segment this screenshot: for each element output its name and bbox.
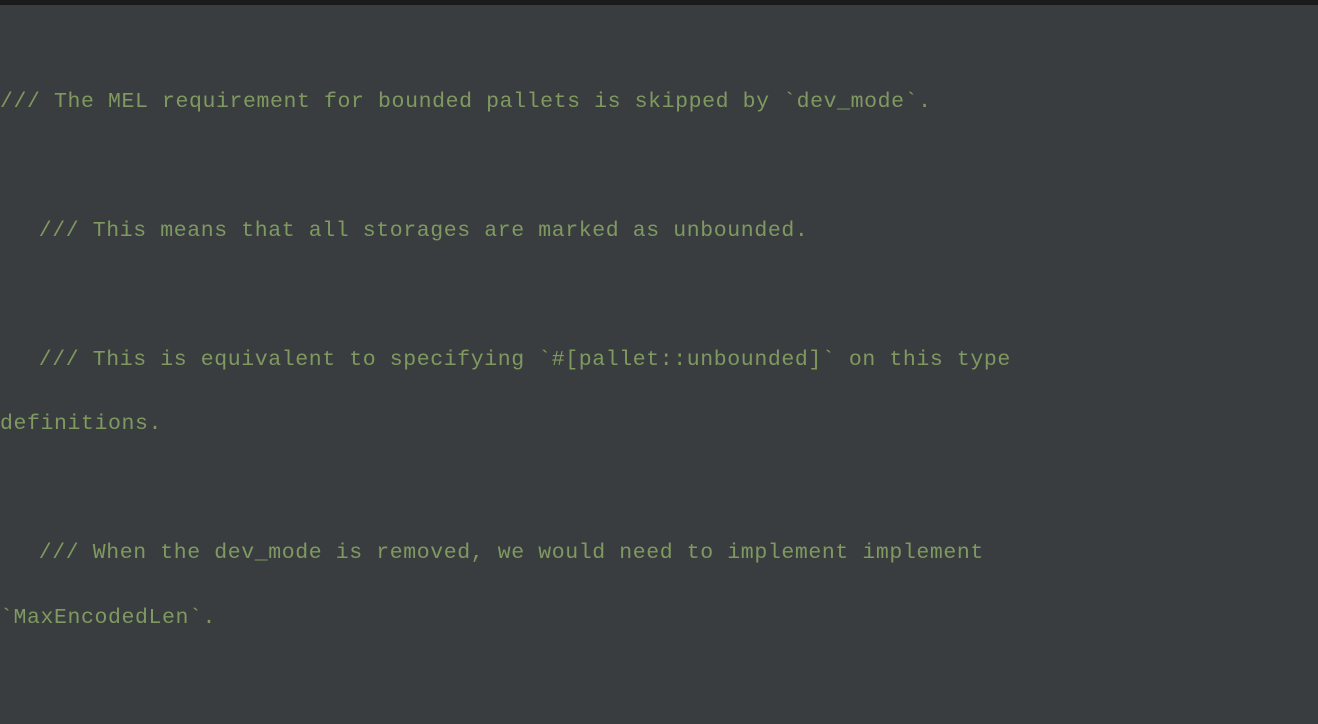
code-line: /// When the dev_mode is removed, we wou…: [0, 521, 1318, 650]
code-editor[interactable]: /// The MEL requirement for bounded pall…: [0, 5, 1318, 724]
comment-text: /// This means that all storages are mar…: [39, 219, 809, 243]
comment-text: `MaxEncodedLen`.: [0, 606, 216, 630]
code-line: /// The MEL requirement for bounded pall…: [0, 70, 1318, 135]
comment-text: /// This is equivalent to specifying `#[…: [39, 348, 1025, 372]
comment-text: /// When the dev_mode is removed, we wou…: [39, 541, 998, 565]
code-line: #[pallet::storage]: [0, 715, 1318, 724]
comment-text: /// The MEL requirement for bounded pall…: [0, 90, 932, 114]
code-line: /// This means that all storages are mar…: [0, 199, 1318, 264]
comment-text: definitions.: [0, 412, 162, 436]
code-line: /// This is equivalent to specifying `#[…: [0, 328, 1318, 457]
